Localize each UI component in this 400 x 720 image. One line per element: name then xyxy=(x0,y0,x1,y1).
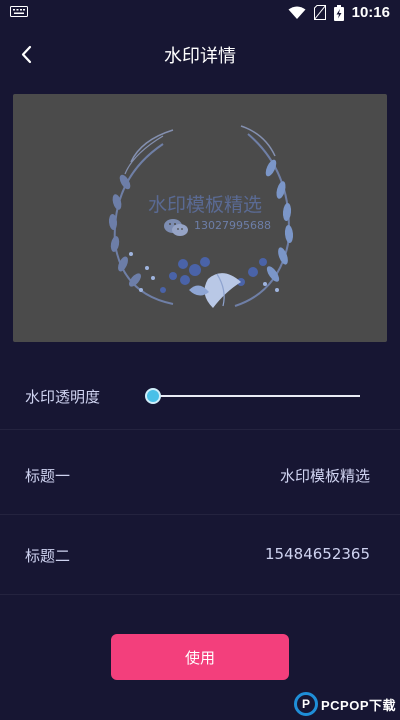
title-one-row[interactable]: 标题一 水印模板精选 xyxy=(0,431,400,515)
page-title: 水印详情 xyxy=(164,46,236,67)
title-one-value[interactable]: 水印模板精选 xyxy=(280,465,370,486)
use-button[interactable]: 使用 xyxy=(111,634,289,680)
watermark-phone-text: 13027995688 xyxy=(194,219,271,232)
no-sim-icon xyxy=(313,5,326,20)
watermark-preview: 水印模板精选 13027995688 xyxy=(13,94,387,342)
opacity-slider[interactable] xyxy=(145,384,360,408)
title-two-value[interactable]: 15484652365 xyxy=(265,545,370,563)
status-time: 10:16 xyxy=(351,4,390,21)
watermark-title-text: 水印模板精选 xyxy=(147,194,262,216)
title-one-label: 标题一 xyxy=(25,467,71,485)
pcpop-logo: P PCPOP下载 xyxy=(293,692,396,716)
floral-wreath-icon xyxy=(108,125,294,308)
title-two-label: 标题二 xyxy=(25,547,71,565)
status-bar: 10:16 xyxy=(0,0,400,28)
wechat-icon xyxy=(164,219,188,236)
keyboard-icon xyxy=(10,6,28,17)
slider-track xyxy=(151,395,360,397)
title-two-row[interactable]: 标题二 15484652365 xyxy=(0,515,400,595)
pcpop-logo-icon: P xyxy=(293,692,318,716)
pcpop-logo-text: PCPOP下载 xyxy=(320,697,396,713)
wifi-icon xyxy=(288,6,306,19)
slider-thumb[interactable] xyxy=(145,388,161,404)
opacity-label: 水印透明度 xyxy=(25,388,101,406)
app-bar: 水印详情 xyxy=(0,28,400,80)
battery-charging-icon xyxy=(333,4,344,21)
opacity-row: 水印透明度 xyxy=(0,370,400,430)
